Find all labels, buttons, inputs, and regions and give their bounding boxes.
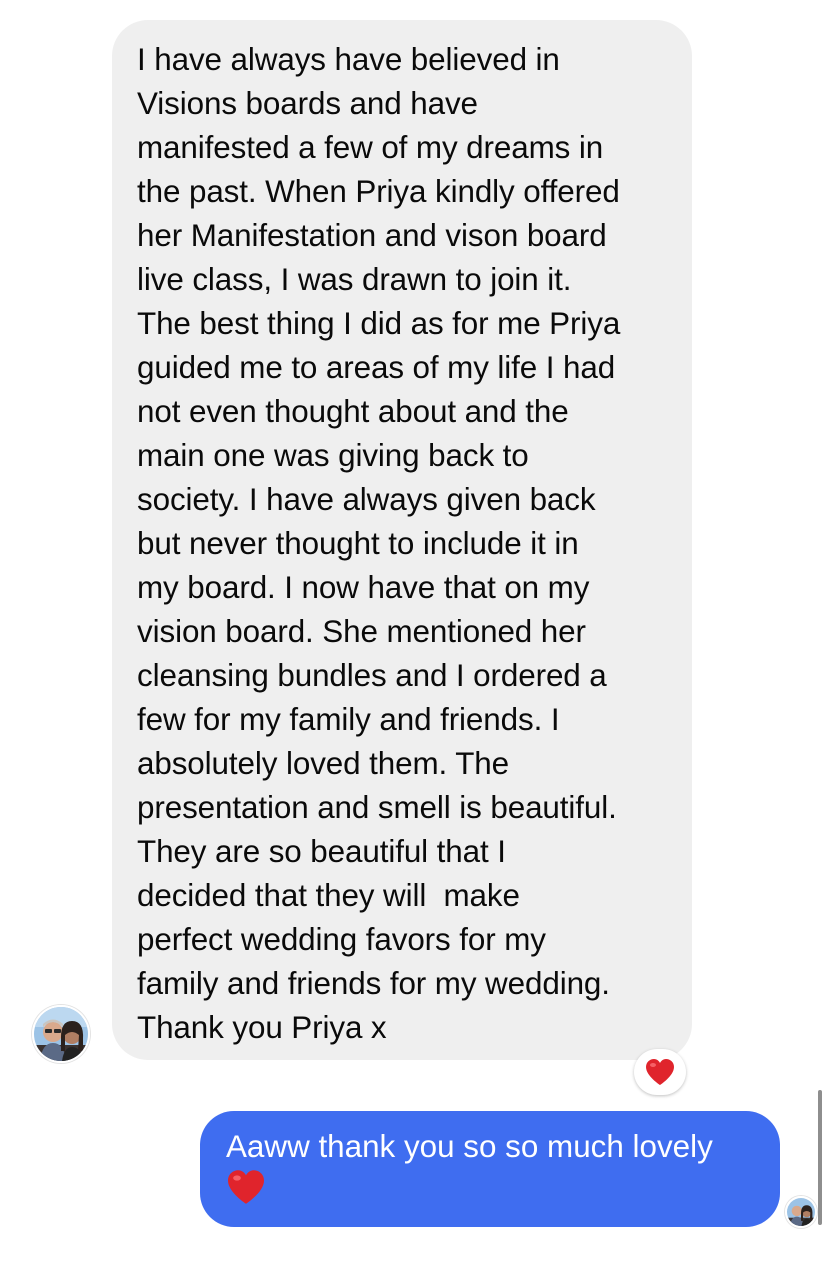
message-line: not even thought about and the bbox=[137, 394, 569, 429]
message-line: absolutely loved them. The bbox=[137, 746, 509, 781]
contact-photo bbox=[34, 1007, 88, 1061]
outgoing-message-bubble[interactable]: Aaww thank you so so much lovely bbox=[200, 1111, 780, 1227]
contact-avatar-icon[interactable] bbox=[32, 1005, 90, 1063]
heart-reaction[interactable] bbox=[634, 1049, 686, 1095]
message-line: I have always have believed in bbox=[137, 42, 560, 77]
message-line: my board. I now have that on my bbox=[137, 570, 590, 605]
message-line: few for my family and friends. I bbox=[137, 702, 560, 737]
message-line: manifested a few of my dreams in bbox=[137, 130, 604, 165]
message-line: They are so beautiful that I bbox=[137, 834, 506, 869]
message-line: her Manifestation and vison board bbox=[137, 218, 607, 253]
message-line: presentation and smell is beautiful. bbox=[137, 790, 617, 825]
message-line: the past. When Priya kindly offered bbox=[137, 174, 620, 209]
scroll-indicator[interactable] bbox=[818, 1090, 822, 1225]
message-text: Aaww thank you so so much lovely bbox=[226, 1129, 713, 1164]
message-line: live class, I was drawn to join it. bbox=[137, 262, 572, 297]
message-line: Visions boards and have bbox=[137, 86, 478, 121]
message-line: The best thing I did as for me Priya bbox=[137, 306, 621, 341]
read-receipt-avatar-icon bbox=[785, 1196, 817, 1228]
message-line: but never thought to include it in bbox=[137, 526, 579, 561]
message-line: cleansing bundles and I ordered a bbox=[137, 658, 607, 693]
message-thread: I have always have believed in Visions b… bbox=[0, 0, 828, 1265]
message-line: society. I have always given back bbox=[137, 482, 596, 517]
message-line: Thank you Priya x bbox=[137, 1010, 387, 1045]
incoming-message-bubble[interactable]: I have always have believed in Visions b… bbox=[112, 20, 692, 1060]
message-line: family and friends for my wedding. bbox=[137, 966, 610, 1001]
message-line: vision board. She mentioned her bbox=[137, 614, 586, 649]
message-line: perfect wedding favors for my bbox=[137, 922, 546, 957]
heart-icon bbox=[646, 1059, 674, 1085]
message-line: decided that they will make bbox=[137, 878, 520, 913]
heart-emoji-icon bbox=[226, 1169, 756, 1215]
message-line: guided me to areas of my life I had bbox=[137, 350, 616, 385]
message-line: main one was giving back to bbox=[137, 438, 529, 473]
read-receipt-photo bbox=[787, 1198, 815, 1226]
